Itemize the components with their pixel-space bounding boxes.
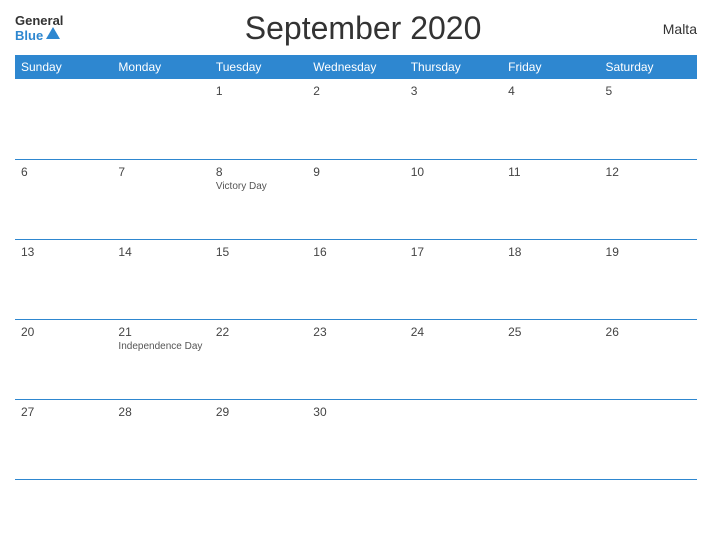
day-number: 9 [313,165,398,179]
day-cell: 22 [210,319,307,399]
day-cell: 8 Victory Day [210,159,307,239]
day-cell: 21 Independence Day [112,319,209,399]
week-row-3: 20 21 Independence Day 22 23 24 25 26 [15,319,697,399]
col-friday: Friday [502,55,599,79]
day-number: 12 [606,165,691,179]
week-row-4: 27 28 29 30 [15,399,697,479]
day-cell: 10 [405,159,502,239]
calendar-title: September 2020 [245,10,482,47]
calendar-header-row: Sunday Monday Tuesday Wednesday Thursday… [15,55,697,79]
logo-triangle-icon [46,27,60,39]
col-wednesday: Wednesday [307,55,404,79]
day-cell: 6 [15,159,112,239]
day-number: 8 [216,165,301,179]
day-number: 1 [216,84,301,98]
day-cell: 7 [112,159,209,239]
day-number: 15 [216,245,301,259]
day-number: 21 [118,325,203,339]
holiday-name: Victory Day [216,181,301,192]
day-cell [502,399,599,479]
day-cell [600,399,697,479]
logo-general-text: General [15,14,63,27]
day-number: 16 [313,245,398,259]
day-number: 10 [411,165,496,179]
calendar-table: Sunday Monday Tuesday Wednesday Thursday… [15,55,697,480]
day-cell: 5 [600,79,697,159]
day-number: 6 [21,165,106,179]
day-number: 3 [411,84,496,98]
col-saturday: Saturday [600,55,697,79]
day-cell: 20 [15,319,112,399]
day-number: 30 [313,405,398,419]
day-cell: 16 [307,239,404,319]
country-label: Malta [663,21,697,37]
day-cell: 9 [307,159,404,239]
day-number: 5 [606,84,691,98]
week-row-2: 13 14 15 16 17 18 19 [15,239,697,319]
day-cell: 12 [600,159,697,239]
day-cell: 27 [15,399,112,479]
week-row-0: 12345 [15,79,697,159]
day-number: 22 [216,325,301,339]
day-number: 18 [508,245,593,259]
day-number: 29 [216,405,301,419]
day-number: 23 [313,325,398,339]
day-cell: 1 [210,79,307,159]
day-number: 19 [606,245,691,259]
day-cell [15,79,112,159]
day-number: 27 [21,405,106,419]
day-cell: 23 [307,319,404,399]
day-cell: 30 [307,399,404,479]
day-number: 24 [411,325,496,339]
day-cell: 17 [405,239,502,319]
day-number: 2 [313,84,398,98]
day-cell: 11 [502,159,599,239]
day-cell: 4 [502,79,599,159]
day-cell: 28 [112,399,209,479]
day-cell: 26 [600,319,697,399]
day-cell: 14 [112,239,209,319]
col-sunday: Sunday [15,55,112,79]
calendar-container: General Blue September 2020 Malta Sunday… [0,0,712,550]
day-cell [405,399,502,479]
day-number: 26 [606,325,691,339]
day-cell: 15 [210,239,307,319]
day-cell: 2 [307,79,404,159]
day-cell: 29 [210,399,307,479]
day-cell: 18 [502,239,599,319]
day-cell: 19 [600,239,697,319]
day-cell: 3 [405,79,502,159]
day-number: 25 [508,325,593,339]
logo: General Blue [15,14,63,43]
day-number: 11 [508,165,593,179]
day-number: 17 [411,245,496,259]
day-cell: 13 [15,239,112,319]
week-row-1: 678 Victory Day 9 10 11 12 [15,159,697,239]
holiday-name: Independence Day [118,341,203,352]
calendar-header: General Blue September 2020 Malta [15,10,697,47]
col-tuesday: Tuesday [210,55,307,79]
day-number: 20 [21,325,106,339]
day-cell: 25 [502,319,599,399]
day-number: 14 [118,245,203,259]
logo-blue-text: Blue [15,29,43,42]
day-cell: 24 [405,319,502,399]
col-thursday: Thursday [405,55,502,79]
day-number: 13 [21,245,106,259]
day-number: 4 [508,84,593,98]
day-number: 28 [118,405,203,419]
calendar-body: 12345678Victory Day910111213141516171819… [15,79,697,479]
day-cell [112,79,209,159]
col-monday: Monday [112,55,209,79]
day-number: 7 [118,165,203,179]
